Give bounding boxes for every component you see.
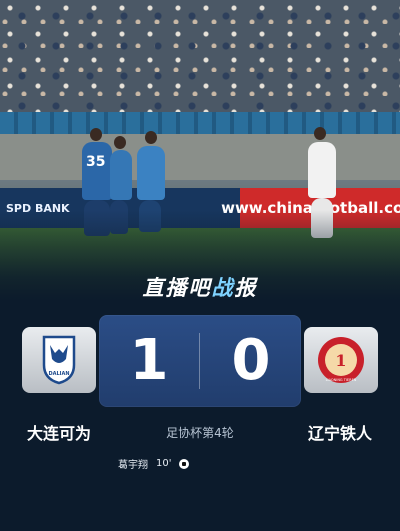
title-part-2: 战: [211, 276, 235, 300]
away-score: 0: [231, 328, 271, 393]
title-part-3: 报: [234, 276, 258, 300]
svg-text:1: 1: [335, 351, 346, 370]
player-shape: 35: [82, 142, 112, 200]
jersey-number: 35: [86, 154, 106, 170]
report-title: 直播吧战报: [0, 272, 400, 302]
away-team-name[interactable]: 辽宁铁人: [308, 420, 372, 444]
away-team-logo-box[interactable]: 1 LIAONING TIEREN: [304, 327, 378, 393]
football-icon: [179, 458, 190, 469]
home-team-logo: DALIAN: [42, 335, 76, 385]
stadium-crowd: [0, 0, 400, 125]
player-head: [90, 128, 102, 141]
home-team-logo-text: DALIAN: [48, 371, 69, 377]
title-part-1: 直播吧: [142, 276, 212, 300]
stadium-wall: [0, 134, 400, 180]
stadium-seats: [0, 112, 400, 134]
score-divider: [199, 333, 200, 389]
match-photo: SPD BANK www.chinafootball.com 35: [0, 0, 400, 300]
goal-minute: 10': [156, 458, 172, 469]
player-head: [314, 127, 326, 140]
away-team-logo-text: LIAONING TIEREN: [326, 378, 357, 382]
goal-event: 葛宇翔 10': [118, 456, 190, 471]
scoreboard: 1 0: [99, 315, 301, 407]
player-head: [114, 136, 126, 149]
away-team-logo: 1 LIAONING TIEREN: [318, 337, 364, 383]
home-score: 1: [129, 328, 169, 393]
player-shape: [308, 142, 336, 198]
player-shape: [137, 146, 165, 200]
player-head: [145, 131, 157, 144]
player-shape: [110, 150, 132, 200]
match-report-card: SPD BANK www.chinafootball.com 35 直播吧战报: [0, 0, 400, 531]
home-team-logo-box[interactable]: DALIAN: [22, 327, 96, 393]
goal-scorer: 葛宇翔: [118, 460, 148, 471]
